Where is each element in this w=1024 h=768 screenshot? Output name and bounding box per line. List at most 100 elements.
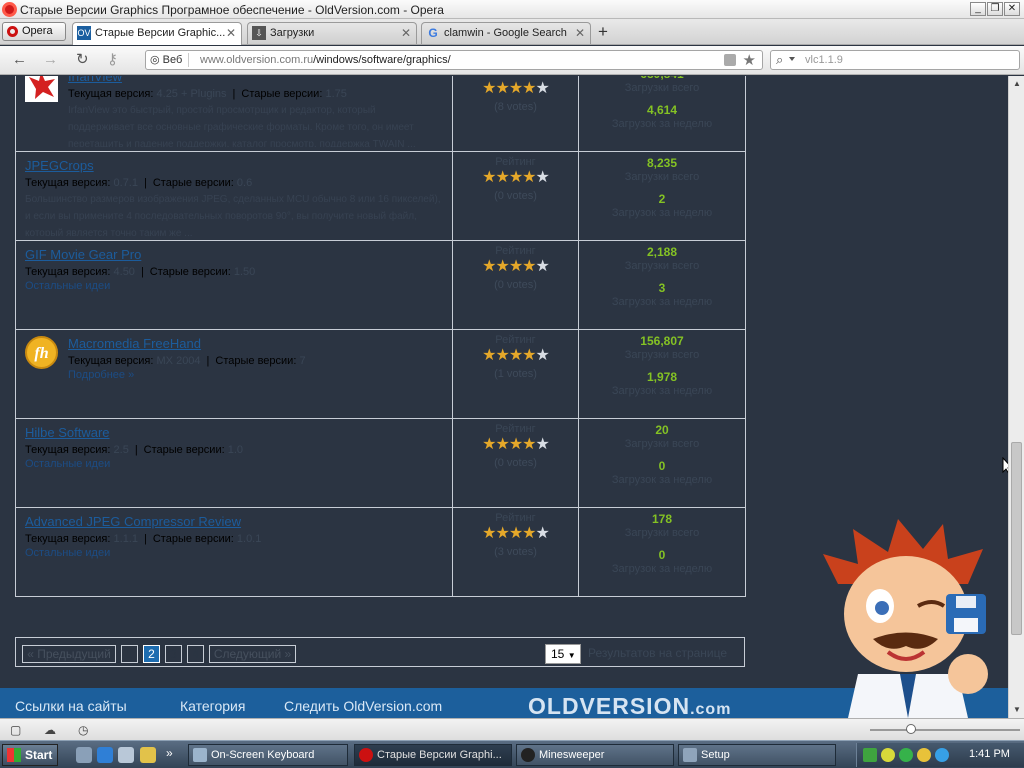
star-icon[interactable]: ★ — [495, 525, 509, 542]
panel-toggle-icon[interactable]: ▢ — [10, 723, 24, 737]
current-version-value[interactable]: 0.7.1 — [114, 177, 138, 189]
search-field[interactable]: ⌕ vlc1.1.9 — [770, 50, 1020, 70]
next-page-button[interactable]: Следующий » — [209, 645, 296, 663]
more-link[interactable]: Остальные идеи — [25, 280, 443, 292]
star-icon[interactable]: ★ — [509, 169, 523, 186]
star-icon[interactable]: ★ — [495, 80, 509, 97]
previous-page-button[interactable]: « Предыдущий — [22, 645, 116, 663]
address-bar[interactable]: ◎ Веб www.oldversion.com.ru/windows/soft… — [145, 50, 763, 70]
star-icon[interactable]: ★ — [482, 80, 496, 97]
network-tray-icon[interactable] — [863, 748, 877, 762]
star-rating[interactable]: ★★★★★ — [453, 437, 578, 453]
current-version-value[interactable]: 4.50 — [114, 266, 135, 278]
old-version-value[interactable]: 7 — [299, 355, 305, 367]
security-badge[interactable]: ◎ Веб — [150, 53, 190, 67]
taskbar-item-keyboard[interactable]: On-Screen Keyboard — [188, 744, 348, 766]
star-rating[interactable]: ★★★★★ — [453, 259, 578, 275]
speed-dial-icon[interactable]: ◷ — [78, 723, 92, 737]
star-rating[interactable]: ★★★★★ — [453, 348, 578, 364]
power-tray-icon[interactable] — [917, 748, 931, 762]
star-icon[interactable]: ★ — [536, 169, 550, 186]
chevron-down-icon[interactable] — [789, 57, 795, 61]
key-icon[interactable]: ⚷ — [107, 52, 118, 68]
minimize-button[interactable]: _ — [970, 2, 986, 16]
close-tab-icon[interactable]: ✕ — [401, 23, 411, 43]
footer-link-follow[interactable]: Следить OldVersion.com — [284, 698, 442, 714]
star-icon[interactable]: ★ — [482, 169, 496, 186]
star-icon[interactable]: ★ — [509, 525, 523, 542]
app-name-link[interactable]: Advanced JPEG Compressor Review — [25, 514, 443, 529]
taskbar-item-minesweeper[interactable]: Minesweeper — [516, 744, 674, 766]
app-name-link[interactable]: IrfanView — [68, 76, 443, 84]
rss-feed-icon[interactable] — [724, 54, 736, 66]
url-text[interactable]: www.oldversion.com.ru/windows/software/g… — [200, 54, 451, 66]
app-name-link[interactable]: Hilbe Software — [25, 425, 443, 440]
start-button[interactable]: Start — [2, 744, 58, 766]
close-tab-icon[interactable]: ✕ — [226, 23, 236, 43]
star-icon[interactable]: ★ — [482, 258, 496, 275]
maximize-button[interactable]: ❐ — [987, 2, 1003, 16]
star-icon[interactable]: ★ — [536, 525, 550, 542]
page-2-button[interactable]: 2 — [143, 645, 160, 663]
bookmark-star-icon[interactable]: ★ — [743, 51, 756, 69]
per-page-select[interactable]: 15 ▼ — [545, 644, 581, 664]
old-version-value[interactable]: 1.0.1 — [237, 533, 261, 545]
star-icon[interactable]: ★ — [495, 347, 509, 364]
zoom-slider-knob[interactable] — [906, 724, 916, 734]
app-name-link[interactable]: GIF Movie Gear Pro — [25, 247, 443, 262]
more-link[interactable]: Остальные идеи — [25, 458, 443, 470]
tab-downloads[interactable]: ⇩ Загрузки ✕ — [247, 22, 417, 44]
forward-arrow-icon[interactable]: → — [43, 52, 58, 68]
star-icon[interactable]: ★ — [495, 169, 509, 186]
security-tray-icon[interactable] — [881, 748, 895, 762]
star-icon[interactable]: ★ — [495, 258, 509, 275]
star-icon[interactable]: ★ — [495, 436, 509, 453]
star-icon[interactable]: ★ — [522, 347, 536, 364]
back-arrow-icon[interactable]: ← — [12, 52, 27, 68]
star-icon[interactable]: ★ — [536, 258, 550, 275]
star-icon[interactable]: ★ — [522, 258, 536, 275]
app-name-link[interactable]: JPEGCrops — [25, 158, 443, 173]
star-icon[interactable]: ★ — [509, 436, 523, 453]
more-link[interactable]: Остальные идеи — [25, 547, 443, 559]
close-window-button[interactable]: ✕ — [1004, 2, 1020, 16]
folder-search-icon[interactable] — [140, 747, 156, 763]
current-version-value[interactable]: MX 2004 — [157, 355, 201, 367]
internet-explorer-icon[interactable] — [97, 747, 113, 763]
star-icon[interactable]: ★ — [509, 347, 523, 364]
tab-google-search[interactable]: Gclamwin - Google Search ✕ — [421, 22, 591, 44]
show-desktop-icon[interactable] — [76, 747, 92, 763]
new-tab-button[interactable]: + — [598, 23, 608, 40]
zoom-slider[interactable] — [870, 724, 1020, 734]
taskbar-item-opera[interactable]: Старые Версии Graphi... — [354, 744, 512, 766]
page-4-button[interactable]: 4 — [187, 645, 204, 663]
vertical-scrollbar[interactable]: ▲ ▼ — [1008, 76, 1024, 718]
scroll-up-arrow-icon[interactable]: ▲ — [1010, 77, 1024, 91]
page-1-button[interactable]: 1 — [121, 645, 138, 663]
close-tab-icon[interactable]: ✕ — [575, 23, 585, 43]
page-3-button[interactable]: 3 — [165, 645, 182, 663]
more-link[interactable]: Подробнее » — [68, 369, 443, 381]
star-icon[interactable]: ★ — [522, 80, 536, 97]
old-version-value[interactable]: 0.6 — [237, 177, 252, 189]
star-rating[interactable]: ★★★★★ — [453, 526, 578, 542]
scrollbar-thumb[interactable] — [1011, 442, 1022, 635]
star-icon[interactable]: ★ — [509, 258, 523, 275]
quicklaunch-chevron-icon[interactable]: » — [166, 746, 173, 760]
star-rating[interactable]: ★★★★★ — [453, 81, 578, 97]
scroll-down-arrow-icon[interactable]: ▼ — [1010, 703, 1024, 717]
app-name-link[interactable]: Macromedia FreeHand — [68, 336, 443, 351]
old-version-value[interactable]: 1.0 — [228, 444, 243, 456]
cloud-icon[interactable]: ☁ — [44, 723, 58, 737]
star-icon[interactable]: ★ — [522, 525, 536, 542]
current-version-value[interactable]: 4.25 + Plugins — [157, 88, 227, 100]
opera-menu-button[interactable]: Opera — [2, 22, 66, 41]
update-tray-icon[interactable] — [899, 748, 913, 762]
old-version-value[interactable]: 1.75 — [325, 88, 346, 100]
star-icon[interactable]: ★ — [509, 80, 523, 97]
star-icon[interactable]: ★ — [482, 436, 496, 453]
star-icon[interactable]: ★ — [522, 436, 536, 453]
taskbar-item-setup[interactable]: Setup — [678, 744, 836, 766]
old-version-value[interactable]: 1.50 — [234, 266, 255, 278]
star-icon[interactable]: ★ — [536, 347, 550, 364]
